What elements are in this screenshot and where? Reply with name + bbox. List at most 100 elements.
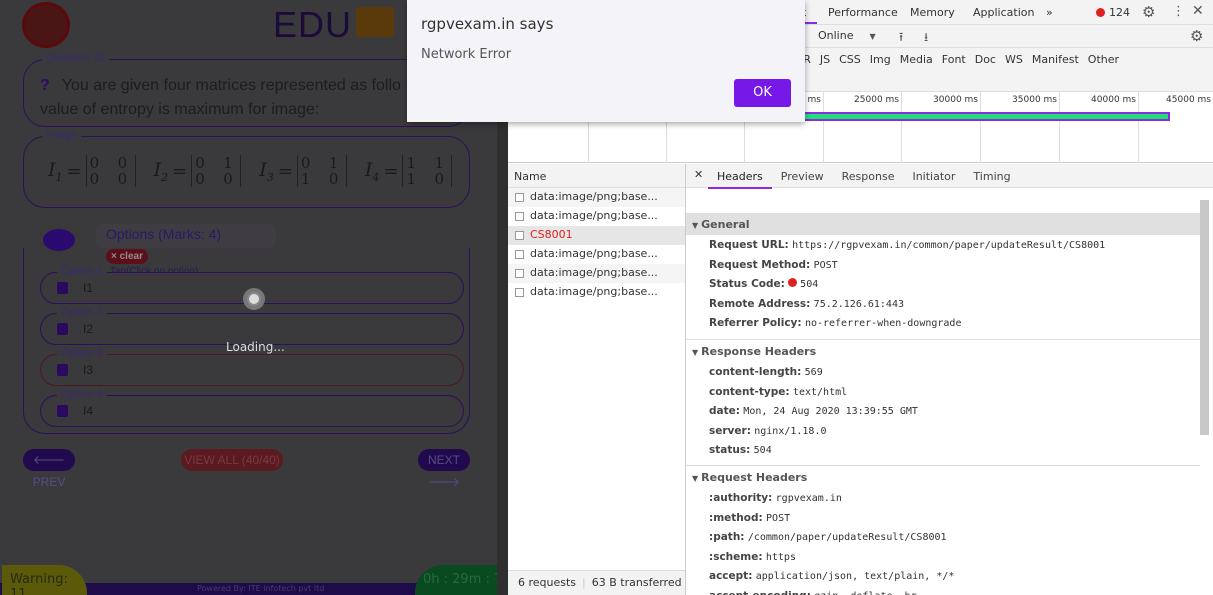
option-icon bbox=[57, 405, 68, 417]
prev-button[interactable]: 🡐 PREV bbox=[23, 449, 75, 489]
filter-media[interactable]: Media bbox=[900, 53, 933, 66]
dialog-message: Network Error bbox=[421, 47, 512, 62]
devtools-tab[interactable]: » bbox=[1046, 6, 1053, 19]
network-settings-icon[interactable]: ⚙ bbox=[1190, 27, 1203, 45]
header-row: server: nginx/1.18.0 bbox=[709, 424, 827, 437]
university-logo bbox=[22, 2, 70, 48]
close-icon[interactable]: ✕ bbox=[1192, 3, 1204, 19]
filter-css[interactable]: CSS bbox=[839, 53, 861, 66]
header-row: content-length: 569 bbox=[709, 366, 823, 378]
matrix: I4 = 1 1 1 0 bbox=[365, 155, 453, 187]
powered-by: Powered By: ITE infotech pvt ltd bbox=[197, 584, 325, 593]
request-row[interactable]: data:image/png;base... bbox=[508, 188, 685, 207]
header-row: :method: POST bbox=[709, 511, 791, 524]
header-row: content-type: text/html bbox=[709, 385, 848, 398]
tab-headers[interactable]: Headers bbox=[708, 164, 772, 189]
request-row[interactable]: data:image/png;base... bbox=[508, 283, 685, 302]
filter-font[interactable]: Font bbox=[942, 53, 966, 66]
header-row: :scheme: https bbox=[709, 550, 796, 563]
request-details: ✕ Headers Preview Response Initiator Timing … bbox=[686, 164, 1213, 595]
image-box: Image I1 = 0 0 0 0 I2 = 0 1 0 0 I3 = 0 1 1 0 I4 = 1 1 1 0 bbox=[23, 129, 470, 208]
header-row: date: Mon, 24 Aug 2020 13:39:55 GMT bbox=[709, 405, 918, 417]
name-column-header[interactable]: Name bbox=[508, 164, 685, 188]
timeline-tick: 30000 ms bbox=[933, 95, 978, 105]
matrix-grid: 0110 bbox=[296, 155, 347, 187]
matrix-grid: 1110 bbox=[402, 155, 453, 187]
filter-manifest[interactable]: Manifest bbox=[1032, 53, 1079, 66]
timeline-tick: 35000 ms bbox=[1012, 95, 1057, 105]
timeline-gridline bbox=[980, 92, 981, 163]
ok-button[interactable]: OK bbox=[734, 79, 791, 107]
request-row[interactable]: data:image/png;base... bbox=[508, 207, 685, 226]
error-count[interactable]: 124 bbox=[1109, 6, 1130, 19]
header-row: accept-encoding: gzip, deflate, br bbox=[709, 590, 917, 595]
equals-sign: = bbox=[172, 160, 188, 182]
header-row: accept: application/json, text/plain, */… bbox=[709, 570, 955, 582]
option-3[interactable]: Option 3 I3 bbox=[40, 347, 464, 386]
triangle-down-icon: ▼ bbox=[692, 474, 699, 483]
equals-sign: = bbox=[66, 160, 82, 182]
matrix-grid: 0100 bbox=[191, 155, 242, 187]
equals-sign: = bbox=[383, 160, 399, 182]
matrices: I1 = 0 0 0 0 I2 = 0 1 0 0 I3 = 0 1 1 0 I4 = 1 1 1 0 bbox=[48, 155, 453, 187]
file-icon bbox=[515, 193, 524, 202]
question-box: Question 32 ? You are given four matrices… bbox=[23, 52, 470, 127]
filter-other[interactable]: Other bbox=[1088, 53, 1119, 66]
timeline-tick: 40000 ms bbox=[1091, 95, 1136, 105]
filter-js[interactable]: JS bbox=[820, 53, 830, 66]
timer-badge: 0h : 29m : 7s bbox=[415, 565, 497, 595]
settings-icon[interactable]: ⚙ bbox=[1142, 3, 1155, 21]
clear-button[interactable]: × clear bbox=[106, 249, 148, 264]
response-section-toggle[interactable]: ▼ Response Headers bbox=[686, 340, 1200, 362]
details-scrollbar[interactable] bbox=[1200, 200, 1209, 435]
request-section-toggle[interactable]: ▼ Request Headers bbox=[686, 466, 1200, 488]
option-4[interactable]: Option 4 I4 bbox=[40, 388, 464, 427]
devtools-tab[interactable]: Performance bbox=[828, 6, 898, 19]
general-section-toggle[interactable]: ▼ General bbox=[686, 213, 1200, 235]
more-icon[interactable]: ⋮ bbox=[1172, 4, 1185, 19]
tab-preview[interactable]: Preview bbox=[772, 164, 833, 189]
matrix: I1 = 0 0 0 0 bbox=[48, 155, 136, 187]
file-icon bbox=[515, 212, 524, 221]
request-row[interactable]: CS8001 bbox=[508, 226, 685, 245]
loading-text: Loading... bbox=[226, 340, 285, 354]
chevron-down-icon: ▼ bbox=[869, 32, 876, 41]
status-footer: 6 requests | 63 B transferred bbox=[508, 570, 685, 595]
devtools-tab[interactable]: Memory bbox=[910, 6, 955, 19]
filter-doc[interactable]: Doc bbox=[975, 53, 996, 66]
file-icon bbox=[515, 250, 524, 259]
dialog-title: rgpvexam.in says bbox=[421, 15, 554, 33]
status-error-dot bbox=[788, 278, 798, 287]
timeline-tick: 25000 ms bbox=[854, 95, 899, 105]
view-all-button[interactable]: VIEW ALL (40/40) bbox=[181, 449, 283, 471]
option-icon bbox=[57, 282, 68, 294]
matrix: I2 = 0 1 0 0 bbox=[154, 155, 242, 187]
download-icon[interactable]: ⭳ bbox=[924, 28, 928, 49]
timeline-gridline bbox=[1059, 92, 1060, 163]
timeline-tick: 45000 ms bbox=[1166, 95, 1211, 105]
matrix-label: I2 bbox=[153, 158, 169, 184]
header-row: Request Method: POST bbox=[709, 258, 838, 271]
file-icon bbox=[515, 231, 524, 240]
devtools-tab[interactable]: Application bbox=[973, 6, 1034, 19]
tab-response[interactable]: Response bbox=[833, 164, 904, 189]
throttle-select[interactable]: Online ▼ bbox=[818, 29, 876, 42]
tab-timing[interactable]: Timing bbox=[964, 164, 1019, 189]
triangle-down-icon: ▼ bbox=[692, 221, 699, 230]
alert-dialog: rgpvexam.in says Network Error OK bbox=[407, 0, 805, 122]
header-row: Status Code: 504 bbox=[709, 278, 819, 290]
tab-initiator[interactable]: Initiator bbox=[903, 164, 964, 189]
upload-icon[interactable]: ⭱ bbox=[899, 28, 903, 49]
next-button[interactable]: NEXT 🡒 bbox=[418, 449, 470, 489]
header-row: Remote Address: 75.2.126.61:443 bbox=[709, 297, 904, 310]
equals-sign: = bbox=[277, 160, 293, 182]
loading-spinner bbox=[243, 288, 265, 310]
details-tabbar: ✕ Headers Preview Response Initiator Timing bbox=[686, 164, 1213, 189]
filter-ws[interactable]: WS bbox=[1005, 53, 1023, 66]
request-row[interactable]: data:image/png;base... bbox=[508, 264, 685, 283]
request-row[interactable]: data:image/png;base... bbox=[508, 245, 685, 264]
close-details-icon[interactable]: ✕ bbox=[694, 168, 703, 181]
filter-img[interactable]: Img bbox=[870, 53, 891, 66]
matrix-label: I4 bbox=[364, 158, 380, 184]
matrix-grid: 0000 bbox=[85, 155, 136, 187]
